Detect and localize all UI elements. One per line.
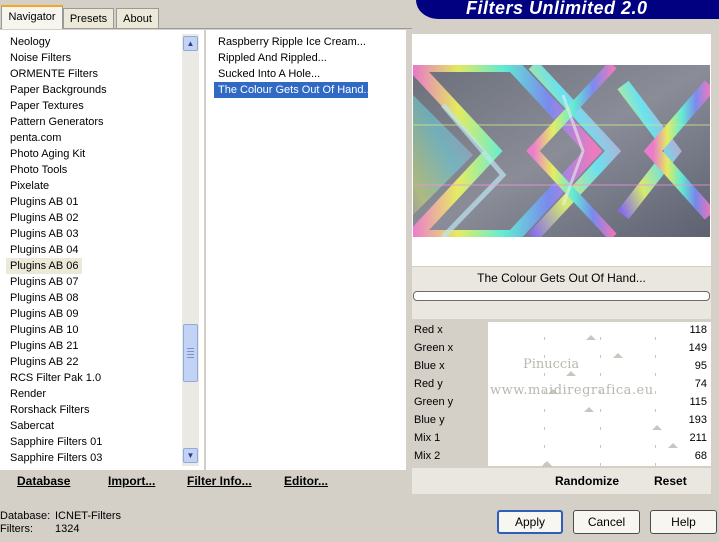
slider-thumb[interactable] — [541, 461, 554, 467]
category-item[interactable]: Plugins AB 21 — [6, 338, 182, 354]
param-slider[interactable] — [488, 412, 711, 431]
database-button[interactable]: Database — [17, 474, 70, 488]
status-filters-label: Filters: — [0, 523, 33, 535]
param-value: 115 — [689, 396, 707, 408]
title-banner: Filters Unlimited 2.0 — [416, 0, 719, 19]
category-item[interactable]: Plugins AB 06 — [6, 258, 82, 274]
category-item[interactable]: Plugins AB 07 — [6, 274, 182, 290]
filter-list[interactable]: Raspberry Ripple Ice Cream... Rippled And… — [214, 34, 404, 98]
app-title: Filters Unlimited 2.0 — [466, 0, 648, 18]
param-value: 118 — [689, 324, 707, 336]
param-row[interactable]: Red x 118 — [412, 322, 711, 341]
param-slider[interactable] — [488, 322, 711, 341]
param-value: 68 — [694, 450, 707, 462]
tab-presets[interactable]: Presets — [63, 8, 114, 28]
category-item[interactable]: Photo Aging Kit — [6, 146, 182, 162]
preview-filter-name: The Colour Gets Out Of Hand... — [477, 271, 646, 285]
param-label: Mix 1 — [414, 432, 441, 444]
cancel-button[interactable]: Cancel — [573, 510, 640, 534]
param-slider[interactable] — [488, 430, 711, 449]
import-button[interactable]: Import... — [108, 474, 155, 488]
category-item[interactable]: Plugins AB 01 — [6, 194, 182, 210]
param-label: Blue x — [414, 360, 445, 372]
category-item[interactable]: Render — [6, 386, 182, 402]
param-value: 74 — [694, 378, 707, 390]
param-label: Red x — [414, 324, 443, 336]
category-item[interactable]: Photo Tools — [6, 162, 182, 178]
param-row[interactable]: Blue y 193 — [412, 412, 711, 431]
category-scrollbar[interactable]: ▲ ▼ — [182, 34, 199, 466]
filter-item[interactable]: Raspberry Ripple Ice Cream... — [214, 34, 404, 50]
category-item[interactable]: Plugins AB 10 — [6, 322, 182, 338]
category-item[interactable]: Noise Filters — [6, 50, 182, 66]
param-value: 149 — [688, 342, 707, 354]
param-value: 193 — [688, 414, 707, 426]
watermark-line1: Pinuccia — [523, 357, 580, 372]
scroll-thumb[interactable] — [183, 324, 198, 382]
category-item[interactable]: Plugins AB 22 — [6, 354, 182, 370]
watermark-line2: www.maidiregrafica.eu — [490, 383, 654, 398]
filter-info-button[interactable]: Filter Info... — [187, 474, 252, 488]
filter-item[interactable]: Rippled And Rippled... — [214, 50, 404, 66]
scroll-up-button[interactable]: ▲ — [183, 36, 198, 51]
category-item[interactable]: Plugins AB 08 — [6, 290, 182, 306]
param-value: 95 — [694, 360, 707, 372]
category-item[interactable]: Plugins AB 02 — [6, 210, 182, 226]
category-item[interactable]: RCS Filter Pak 1.0 — [6, 370, 182, 386]
status-database-label: Database: — [0, 510, 51, 522]
scroll-down-button[interactable]: ▼ — [183, 448, 198, 463]
filter-item[interactable]: The Colour Gets Out Of Hand... — [214, 82, 373, 98]
param-row[interactable]: Mix 2 68 — [412, 448, 711, 467]
preview-image — [413, 65, 710, 237]
apply-button[interactable]: Apply — [497, 510, 563, 534]
param-label: Green y — [414, 396, 454, 408]
category-item[interactable]: Plugins AB 03 — [6, 226, 182, 242]
param-label: Mix 2 — [414, 450, 441, 462]
progress-bar — [413, 291, 710, 301]
category-item[interactable]: Sapphire Filters 03 — [6, 450, 182, 466]
category-item[interactable]: Paper Backgrounds — [6, 82, 182, 98]
tab-navigator[interactable]: Navigator — [1, 5, 63, 29]
param-row[interactable]: Mix 1 211 — [412, 430, 711, 449]
param-slider[interactable] — [488, 448, 711, 467]
category-item[interactable]: Paper Textures — [6, 98, 182, 114]
category-item[interactable]: Pixelate — [6, 178, 182, 194]
editor-button[interactable]: Editor... — [284, 474, 328, 488]
category-item[interactable]: Plugins AB 04 — [6, 242, 182, 258]
category-item[interactable]: ORMENTE Filters — [6, 66, 182, 82]
help-button[interactable]: Help — [650, 510, 717, 534]
param-label: Red y — [414, 378, 443, 390]
param-row[interactable]: Green x 149 — [412, 340, 711, 359]
param-label: Blue y — [414, 414, 445, 426]
category-item[interactable]: Sapphire Filters 01 — [6, 434, 182, 450]
category-item[interactable]: Plugins AB 09 — [6, 306, 182, 322]
category-list[interactable]: Neology Noise Filters ORMENTE Filters Paper… — [6, 34, 182, 466]
category-item[interactable]: penta.com — [6, 130, 182, 146]
tab-about[interactable]: About — [116, 8, 159, 28]
reset-button[interactable]: Reset — [654, 474, 687, 488]
param-value: 211 — [689, 432, 707, 444]
category-item[interactable]: Sabercat — [6, 418, 182, 434]
category-item[interactable]: Neology — [6, 34, 182, 50]
filter-item[interactable]: Sucked Into A Hole... — [214, 66, 404, 82]
param-label: Green x — [414, 342, 454, 354]
randomize-button[interactable]: Randomize — [555, 474, 619, 488]
category-item[interactable]: Rorshack Filters — [6, 402, 182, 418]
category-item[interactable]: Pattern Generators — [6, 114, 182, 130]
param-slider[interactable] — [488, 358, 711, 377]
slider-tick — [599, 463, 601, 466]
param-slider[interactable] — [488, 340, 711, 359]
status-filters-value: 1324 — [55, 523, 80, 535]
status-database-value: ICNET-Filters — [55, 510, 121, 522]
slider-tick — [655, 463, 657, 466]
